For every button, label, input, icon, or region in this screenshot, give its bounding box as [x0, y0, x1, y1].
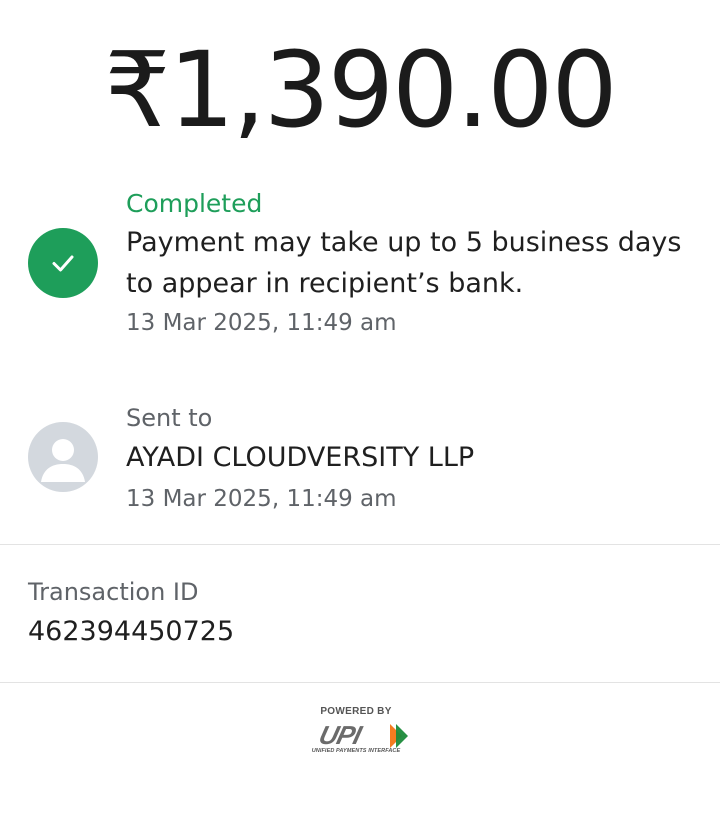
transaction-section: Transaction ID 462394450725: [28, 574, 688, 654]
sent-to-label: Sent to: [126, 404, 213, 432]
transaction-id-value[interactable]: 462394450725: [28, 610, 688, 654]
upi-brand-text: UPI: [316, 720, 365, 750]
check-icon: [28, 228, 98, 298]
payment-amount: ₹1,390.00: [104, 29, 617, 151]
status-label: Completed: [126, 189, 263, 218]
recipient-text-group: Sent to AYADI CLOUDVERSITY LLP 13 Mar 20…: [126, 400, 706, 518]
upi-logo: POWERED BY UPI UNIFIED PAYMENTS INTERFAC…: [300, 706, 420, 762]
status-text-group: Completed Payment may take up to 5 busin…: [126, 186, 706, 342]
upi-brand-icon: UPI: [314, 718, 414, 750]
divider: [0, 544, 720, 545]
status-message: Payment may take up to 5 business days t…: [126, 227, 682, 299]
status-date: 13 Mar 2025, 11:49 am: [126, 310, 397, 336]
powered-by-label: POWERED BY: [320, 706, 392, 717]
recipient-section[interactable]: Sent to AYADI CLOUDVERSITY LLP 13 Mar 20…: [0, 400, 720, 520]
upi-subtitle: UNIFIED PAYMENTS INTERFACE: [311, 748, 401, 754]
recipient-date: 13 Mar 2025, 11:49 am: [126, 486, 397, 512]
divider: [0, 682, 720, 683]
status-section: Completed Payment may take up to 5 busin…: [0, 186, 720, 346]
payment-details-screen: ₹1,390.00 Completed Payment may take up …: [0, 0, 720, 818]
transaction-id-label: Transaction ID: [28, 578, 199, 606]
recipient-name: AYADI CLOUDVERSITY LLP: [126, 442, 475, 473]
avatar-person-icon: [28, 422, 98, 492]
